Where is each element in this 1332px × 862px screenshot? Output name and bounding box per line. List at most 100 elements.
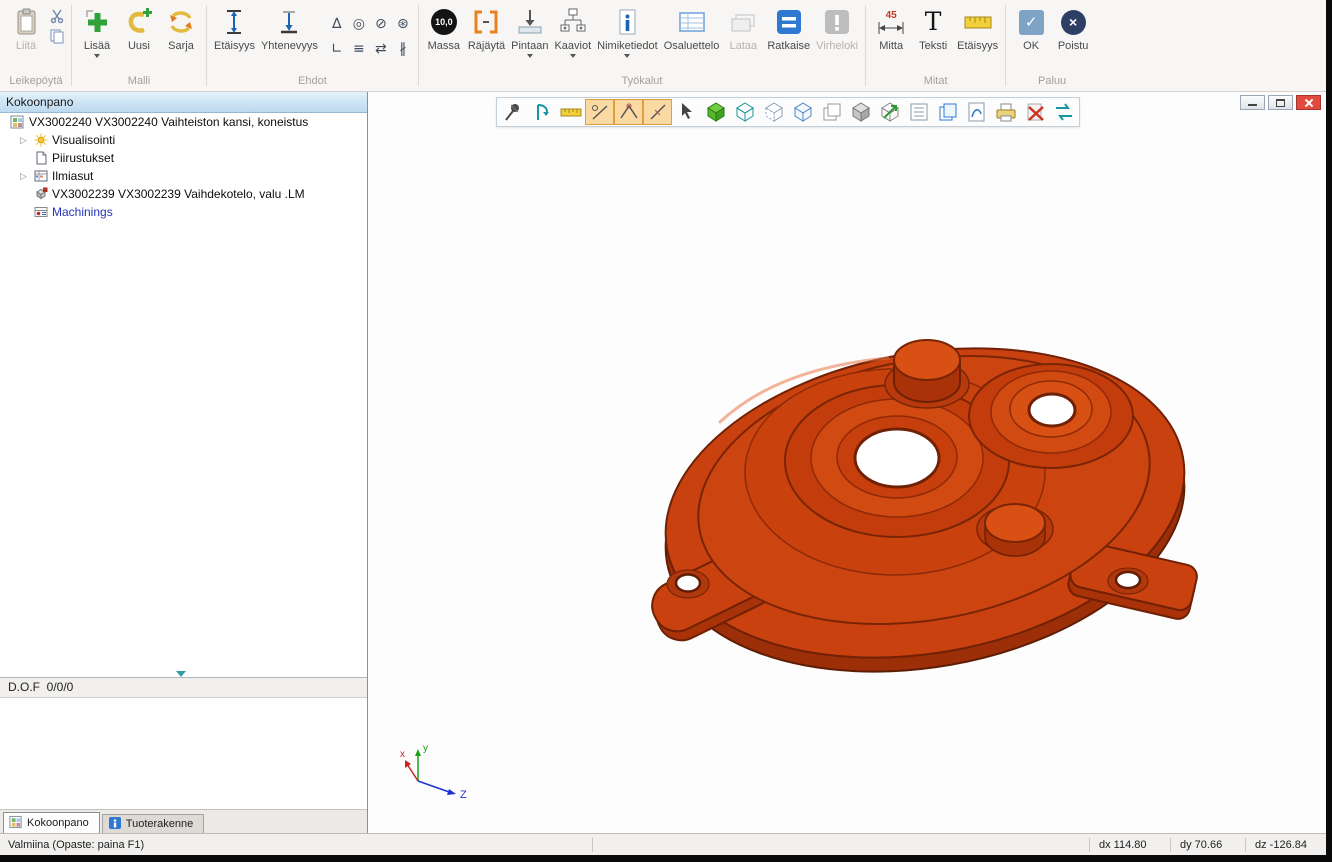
delete-sheet-icon[interactable]	[1020, 99, 1049, 125]
measure-button[interactable]: 45 Mitta	[870, 2, 912, 52]
cube-fit-icon[interactable]	[875, 99, 904, 125]
parts-list-button[interactable]: Osaluettelo	[661, 2, 723, 52]
paste-label: Liitä	[16, 40, 36, 52]
exit-button[interactable]: × Poistu	[1052, 2, 1094, 52]
assembly-icon	[10, 115, 25, 129]
parts-list-icon	[676, 6, 708, 38]
panel-header: Kokoonpano	[0, 92, 367, 113]
pin-icon[interactable]	[498, 99, 527, 125]
error-log-button[interactable]: Virheloki	[813, 2, 861, 52]
tree-item-visualization[interactable]: ▷ Visualisointi	[0, 131, 367, 149]
solve-button[interactable]: Ratkaise	[764, 2, 813, 52]
snap-line-icon[interactable]	[614, 99, 643, 125]
solve-label: Ratkaise	[767, 40, 810, 52]
snap-point-icon[interactable]	[585, 99, 614, 125]
solve-icon	[773, 6, 805, 38]
item-info-button[interactable]: Nimiketiedot	[594, 2, 661, 58]
coincidence-button[interactable]: Yhtenevyys	[258, 2, 321, 52]
cut-button[interactable]	[47, 9, 67, 26]
error-log-label: Virheloki	[816, 40, 858, 52]
cube-visible-icon[interactable]	[788, 99, 817, 125]
minimize-button[interactable]	[1240, 95, 1265, 110]
status-dy: dy 70.66	[1171, 839, 1245, 851]
symmetry-constraint-icon[interactable]: ⊛	[392, 11, 414, 36]
new-button[interactable]: Uusi	[118, 2, 160, 52]
list-icon[interactable]	[904, 99, 933, 125]
series-label: Sarja	[168, 40, 194, 52]
explode-icon	[470, 6, 502, 38]
tree-item-drawings[interactable]: Piirustukset	[0, 149, 367, 167]
flip-icon[interactable]	[1049, 99, 1078, 125]
load-button[interactable]: Lataa	[722, 2, 764, 52]
series-icon	[165, 6, 197, 38]
curve-icon[interactable]	[962, 99, 991, 125]
app-window: Liitä Leikepöytä Lisää	[0, 0, 1326, 855]
chevron-down-icon	[94, 54, 100, 58]
concentric-constraint-icon[interactable]: ◎	[348, 11, 370, 36]
panel-tab-bar: Kokoonpano Tuoterakenne	[0, 809, 367, 833]
tab-tuoterakenne[interactable]: Tuoterakenne	[102, 814, 204, 833]
paste-button[interactable]: Liitä	[5, 2, 47, 52]
tree-item-root[interactable]: VX3002240 VX3002240 Vaihteiston kansi, k…	[0, 113, 367, 131]
tab-label: Tuoterakenne	[126, 818, 193, 830]
add-button[interactable]: Lisää	[76, 2, 118, 58]
splitter-handle-icon[interactable]	[176, 671, 186, 677]
explode-label: Räjäytä	[468, 40, 505, 52]
window-controls	[1240, 95, 1321, 110]
diagrams-button[interactable]: Kaaviot	[551, 2, 594, 58]
gearbox-cover-model[interactable]	[368, 92, 1325, 833]
perpendicular-constraint-icon[interactable]: ∟	[326, 36, 348, 61]
cube-solid-icon[interactable]	[701, 99, 730, 125]
tree-item-label: Visualisointi	[52, 133, 115, 147]
tab-kokoonpano[interactable]: Kokoonpano	[3, 812, 100, 833]
drawing-sheets-icon[interactable]	[933, 99, 962, 125]
cube-hidden-icon[interactable]	[759, 99, 788, 125]
panel-empty-area	[0, 698, 367, 809]
cube-wireframe-icon[interactable]	[730, 99, 759, 125]
to-surface-icon	[514, 6, 546, 38]
ribbon: Liitä Leikepöytä Lisää	[0, 0, 1326, 92]
angle-constraint-icon[interactable]: ∆	[326, 11, 348, 36]
viewport-toolbar	[496, 97, 1080, 127]
ok-label: OK	[1023, 40, 1039, 52]
ruler-icon[interactable]	[556, 99, 585, 125]
expand-arrow-icon[interactable]: ▷	[18, 171, 29, 182]
distance-constraint-button[interactable]: Etäisyys	[211, 2, 258, 52]
ribbon-group-clipboard: Liitä Leikepöytä	[2, 0, 70, 91]
explode-button[interactable]: Räjäytä	[465, 2, 508, 52]
mass-icon: 10,0	[428, 6, 460, 38]
dof-status: D.O.F 0/0/0	[0, 677, 367, 698]
series-button[interactable]: Sarja	[160, 2, 202, 52]
plot-icon[interactable]	[991, 99, 1020, 125]
diagrams-label: Kaaviot	[554, 40, 591, 52]
snap-angle-icon[interactable]	[643, 99, 672, 125]
tangent-constraint-icon[interactable]: ⊘	[370, 11, 392, 36]
status-dz: dz -126.84	[1246, 839, 1326, 851]
sheet-stack-icon[interactable]	[817, 99, 846, 125]
text-button[interactable]: T Teksti	[912, 2, 954, 52]
expand-arrow-icon[interactable]: ▷	[18, 135, 29, 146]
pick-filter-icon[interactable]	[672, 99, 701, 125]
axis-z-label: Z	[460, 789, 467, 799]
direction-constraint-icon[interactable]: ⇄	[370, 36, 392, 61]
maximize-button[interactable]	[1268, 95, 1293, 110]
tree-item-views[interactable]: ▷ Ilmiasut	[0, 167, 367, 185]
copy-button[interactable]	[47, 29, 67, 46]
orbit-icon[interactable]	[527, 99, 556, 125]
close-button[interactable]	[1296, 95, 1321, 110]
distance-dimension-button[interactable]: Etäisyys	[954, 2, 1001, 52]
mass-label: Massa	[428, 40, 460, 52]
paste-icon	[10, 6, 42, 38]
measure-label: Mitta	[879, 40, 903, 52]
mass-button[interactable]: 10,0 Massa	[423, 2, 465, 52]
axis-triad: x y Z	[398, 737, 488, 799]
level-constraint-icon[interactable]: ≡	[348, 36, 370, 61]
model-viewport[interactable]: x y Z	[368, 92, 1326, 833]
part-icon	[33, 187, 48, 201]
tree-item-part[interactable]: VX3002239 VX3002239 Vaihdekotelo, valu .…	[0, 185, 367, 203]
parallel-constraint-icon[interactable]: ∦	[392, 36, 414, 61]
cube-gray-icon[interactable]	[846, 99, 875, 125]
to-surface-button[interactable]: Pintaan	[508, 2, 551, 58]
ok-button[interactable]: ✓ OK	[1010, 2, 1052, 52]
tree-item-machinings[interactable]: Machinings	[0, 203, 367, 221]
